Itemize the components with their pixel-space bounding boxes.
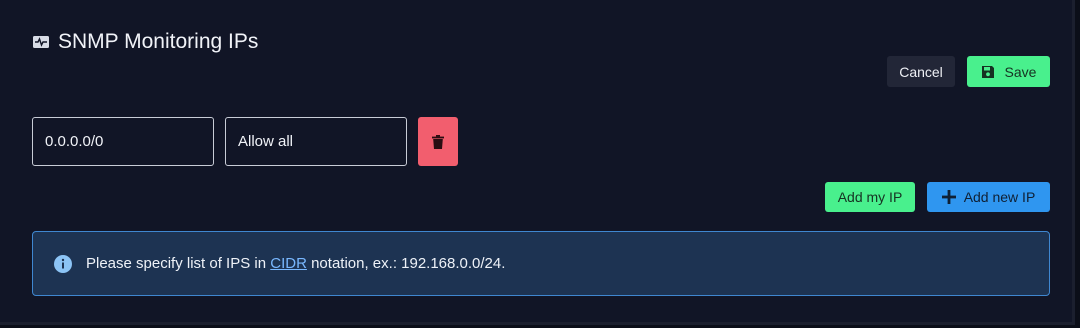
trash-icon [432, 134, 444, 149]
snmp-monitoring-panel: SNMP Monitoring IPs Cancel Save Add my I… [0, 0, 1075, 325]
save-button-label: Save [1004, 63, 1037, 80]
save-button[interactable]: Save [967, 56, 1050, 87]
cidr-link[interactable]: CIDR [270, 255, 307, 272]
cancel-button[interactable]: Cancel [887, 56, 955, 87]
notice-text: Please specify list of IPS in CIDR notat… [86, 255, 505, 272]
info-notice: Please specify list of IPS in CIDR notat… [32, 231, 1050, 296]
add-new-ip-label: Add new IP [963, 189, 1036, 205]
page-title: SNMP Monitoring IPs [58, 30, 259, 53]
info-icon [54, 254, 72, 273]
notice-text-before: Please specify list of IPS in [86, 255, 271, 272]
network-monitor-icon [32, 35, 50, 49]
ip-description-input[interactable] [225, 117, 407, 166]
section-header: SNMP Monitoring IPs [32, 28, 258, 56]
floppy-disk-icon [981, 65, 995, 79]
notice-text-after: notation, ex.: 192.168.0.0/24. [306, 255, 506, 272]
add-my-ip-button[interactable]: Add my IP [825, 182, 915, 212]
ip-cidr-input[interactable] [32, 117, 214, 166]
delete-ip-button[interactable] [418, 117, 458, 166]
plus-icon [941, 190, 956, 204]
cancel-button-label: Cancel [899, 63, 943, 80]
add-my-ip-label: Add my IP [837, 189, 903, 205]
add-new-ip-button[interactable]: Add new IP [927, 182, 1050, 212]
